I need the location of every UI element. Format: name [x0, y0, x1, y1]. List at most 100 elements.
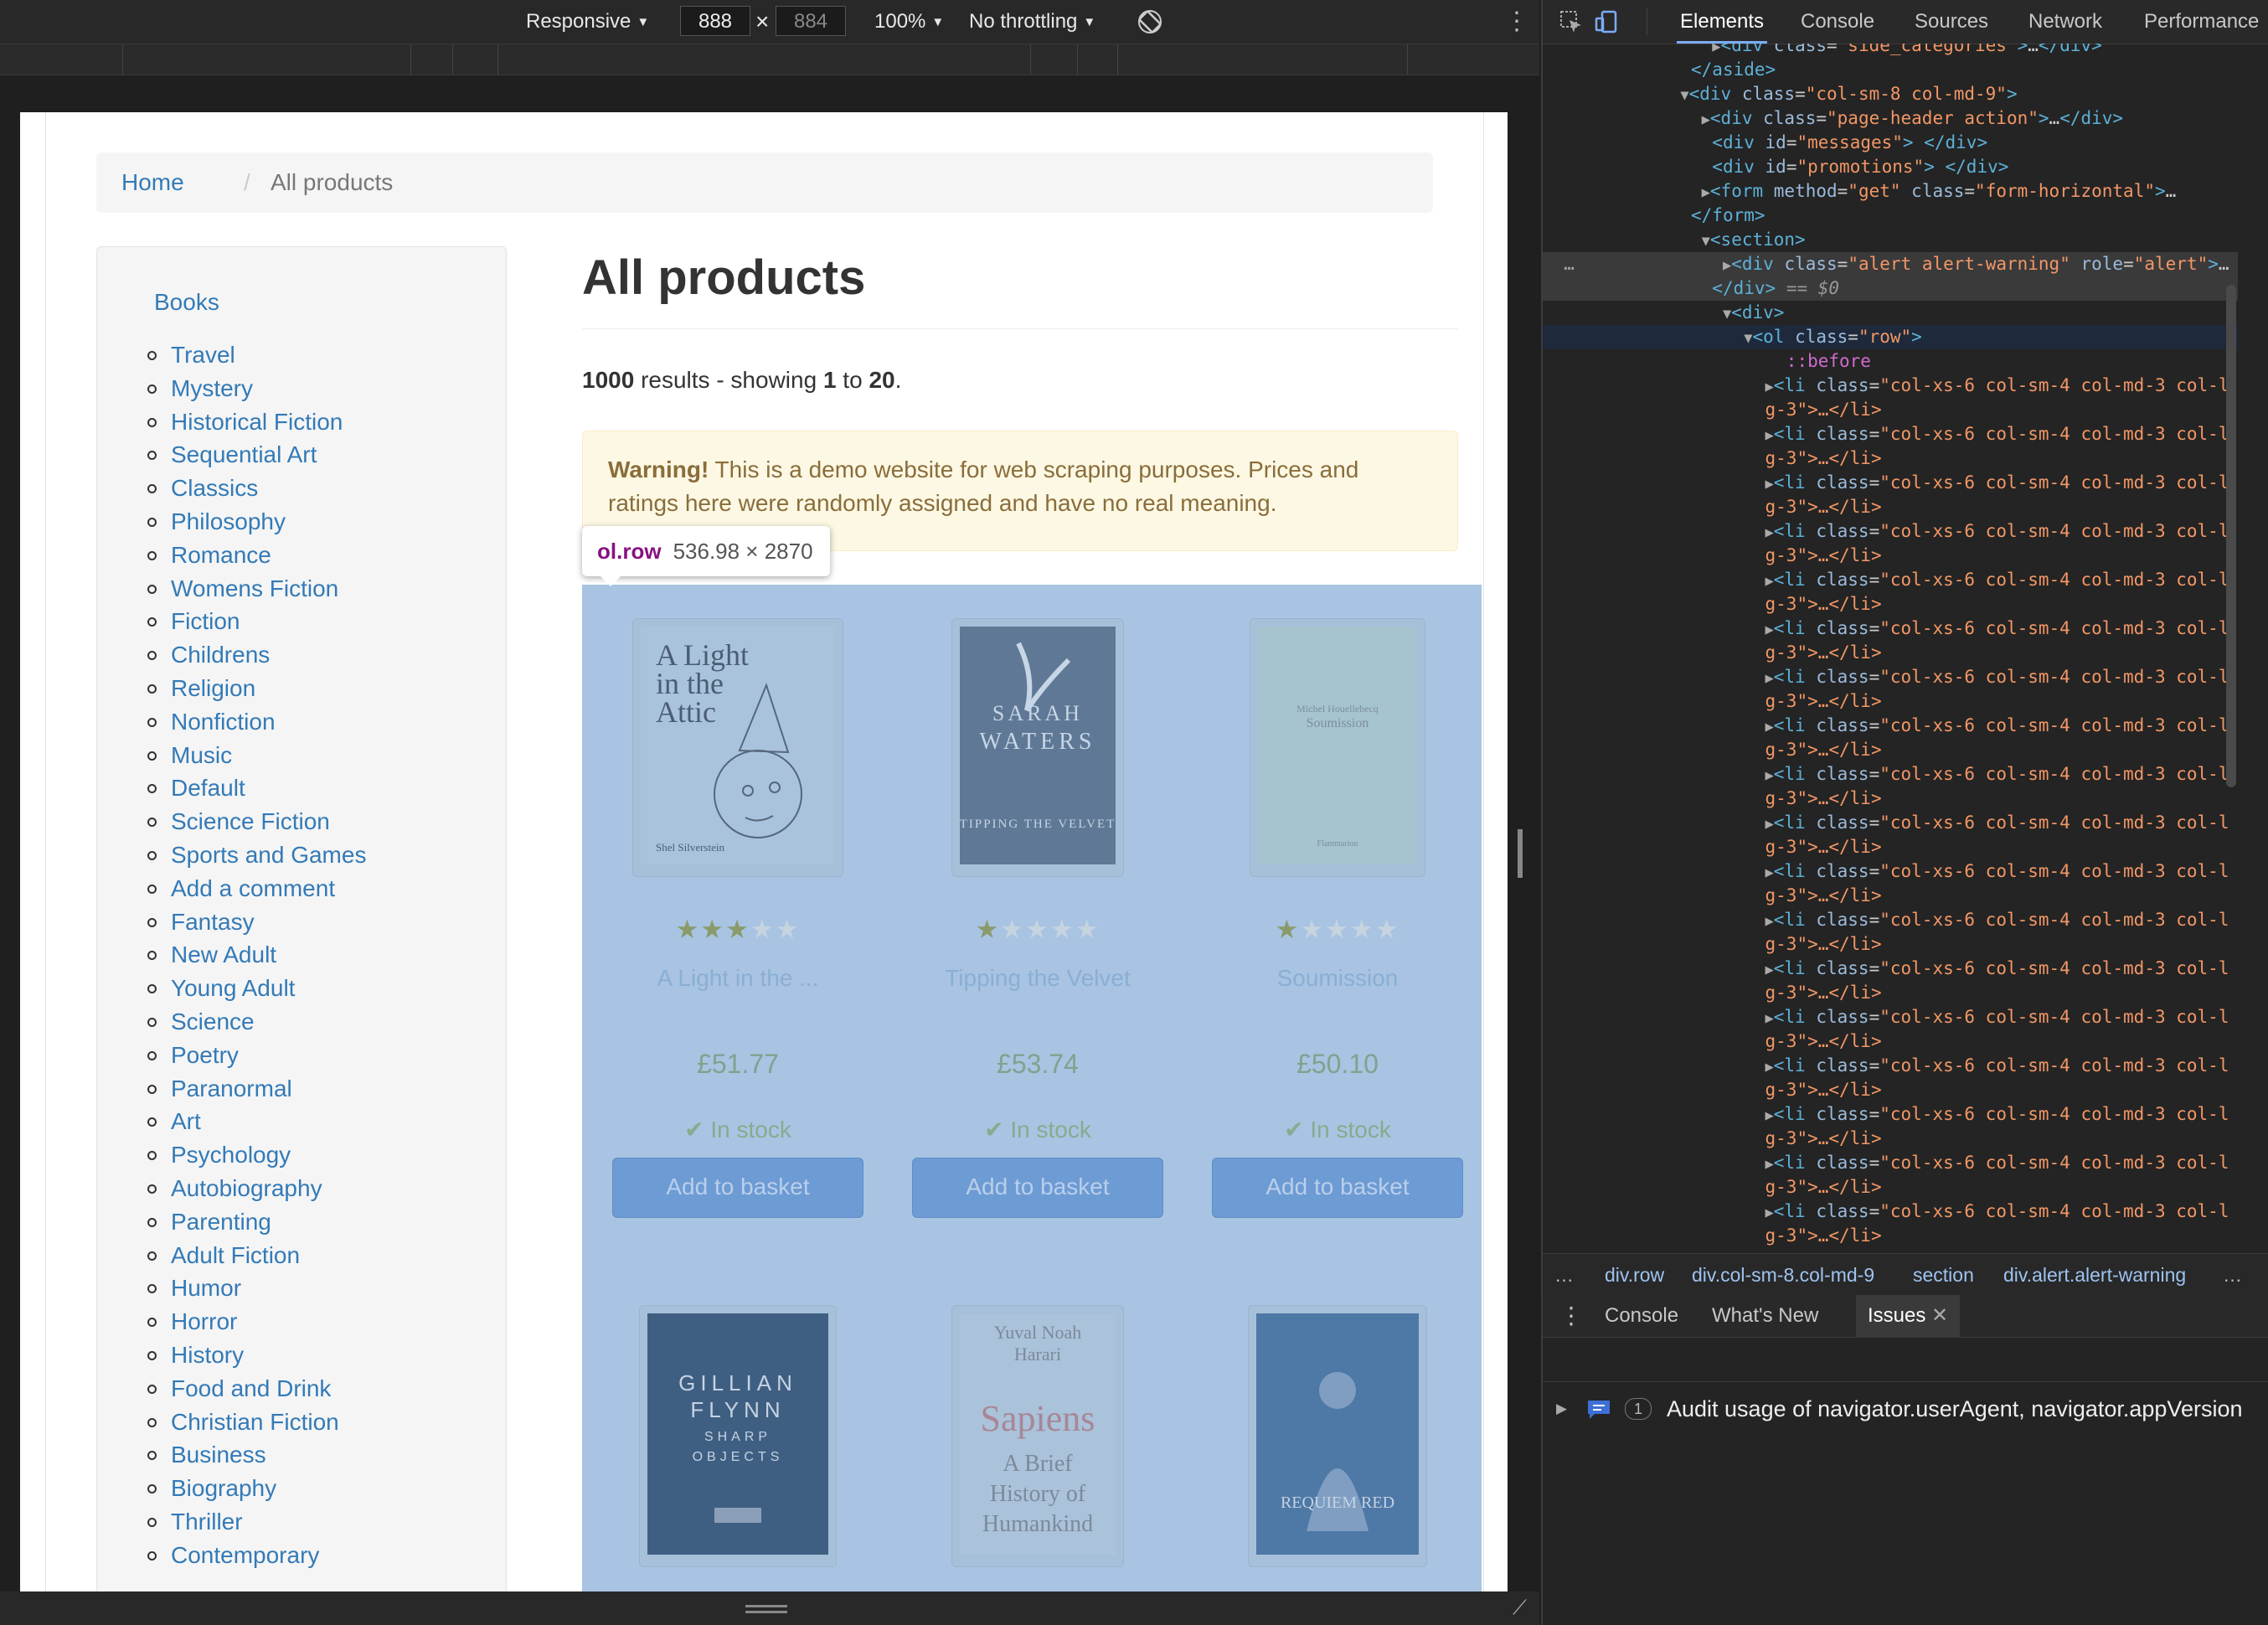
- crumb-col[interactable]: div.col-sm-8.col-md-9: [1692, 1254, 1874, 1296]
- dom-node[interactable]: ▶<div class="page-header action">…</div>: [1543, 106, 2238, 131]
- sidebar-category-link[interactable]: Paranormal: [147, 1075, 292, 1103]
- dom-node-li[interactable]: ▶<li class="col-xs-6 col-sm-4 col-md-3 c…: [1543, 714, 2238, 738]
- dom-node[interactable]: ::before: [1543, 349, 2238, 374]
- dom-node[interactable]: ▶<div class="side_categories">…</div>: [1543, 44, 2238, 58]
- sidebar-category-link[interactable]: Default: [147, 774, 245, 802]
- tab-performance[interactable]: Performance: [2144, 0, 2259, 44]
- dom-node[interactable]: </aside>: [1543, 58, 2238, 82]
- sidebar-category-link[interactable]: New Adult: [147, 941, 276, 969]
- dom-node-li-tail[interactable]: g-3">…</li>: [1543, 932, 2238, 957]
- dom-node-li[interactable]: ▶<li class="col-xs-6 col-sm-4 col-md-3 c…: [1543, 859, 2238, 884]
- breadcrumb-home-link[interactable]: Home: [121, 152, 184, 213]
- sidebar-category-link[interactable]: Science Fiction: [147, 807, 330, 836]
- dom-node-li-tail[interactable]: g-3">…</li>: [1543, 1029, 2238, 1054]
- dom-node-li[interactable]: ▶<li class="col-xs-6 col-sm-4 col-md-3 c…: [1543, 519, 2238, 544]
- width-input[interactable]: 888: [680, 6, 750, 36]
- dom-node-li[interactable]: ▶<li class="col-xs-6 col-sm-4 col-md-3 c…: [1543, 422, 2238, 446]
- dom-node-li-tail[interactable]: g-3">…</li>: [1543, 1175, 2238, 1199]
- dom-node-hovered[interactable]: ▼<ol class="row">: [1543, 325, 2238, 349]
- sidebar-category-link[interactable]: Humor: [147, 1274, 241, 1303]
- drawer-menu-icon[interactable]: ⋮: [1559, 1295, 1583, 1337]
- sidebar-category-link[interactable]: Parenting: [147, 1208, 271, 1236]
- sidebar-category-link[interactable]: Poetry: [147, 1041, 239, 1070]
- dom-node[interactable]: ▼<div class="col-sm-8 col-md-9">: [1543, 82, 2238, 106]
- sidebar-category-link[interactable]: Biography: [147, 1474, 276, 1503]
- product-title-link[interactable]: A Light in the ...: [612, 965, 863, 992]
- product-thumbnail[interactable]: REQUIEM RED: [1212, 1305, 1463, 1570]
- tab-elements[interactable]: Elements: [1676, 0, 1768, 44]
- drawer-tab-issues[interactable]: Issues ✕: [1856, 1295, 1961, 1337]
- product-thumbnail[interactable]: A Light in the Attic Shel Silverstein: [612, 618, 863, 883]
- sidebar-category-link[interactable]: Music: [147, 741, 232, 770]
- product-thumbnail[interactable]: Yuval Noah Harari Sapiens A Brief Histor…: [912, 1305, 1163, 1570]
- dom-node-li-tail[interactable]: g-3">…</li>: [1543, 689, 2238, 714]
- crumbs-overflow-icon[interactable]: …: [2223, 1254, 2242, 1296]
- throttling-select[interactable]: No throttling ▼: [969, 0, 1095, 44]
- product-thumbnail[interactable]: SARAH WATERS TIPPING THE VELVET: [912, 618, 1163, 883]
- dom-node-li-tail[interactable]: g-3">…</li>: [1543, 884, 2238, 908]
- device-select[interactable]: Responsive ▼: [526, 0, 649, 44]
- dom-node-li-tail[interactable]: g-3">…</li>: [1543, 446, 2238, 471]
- crumb-alert[interactable]: div.alert.alert-warning: [2003, 1254, 2186, 1296]
- tab-console[interactable]: Console: [1801, 0, 1874, 44]
- close-icon[interactable]: ✕: [1931, 1304, 1948, 1327]
- sidebar-category-link[interactable]: Horror: [147, 1308, 237, 1336]
- inspect-element-icon[interactable]: [1559, 10, 1583, 34]
- add-to-basket-button[interactable]: Add to basket: [1212, 1158, 1463, 1218]
- tab-network[interactable]: Network: [2028, 0, 2102, 44]
- dom-node-li[interactable]: ▶<li class="col-xs-6 col-sm-4 col-md-3 c…: [1543, 1102, 2238, 1127]
- dom-scrollbar[interactable]: [2223, 50, 2240, 787]
- sidebar-category-link[interactable]: Sequential Art: [147, 441, 317, 469]
- dom-node-li[interactable]: ▶<li class="col-xs-6 col-sm-4 col-md-3 c…: [1543, 568, 2238, 592]
- dom-node[interactable]: <div id="messages"> </div>: [1543, 131, 2238, 155]
- sidebar-books-link[interactable]: Books: [154, 289, 219, 316]
- dom-node-selected[interactable]: … ▶<div class="alert alert-warning" role…: [1543, 252, 2238, 276]
- sidebar-category-link[interactable]: Womens Fiction: [147, 575, 338, 603]
- dom-node[interactable]: ▼<div>: [1543, 301, 2238, 325]
- dom-node-li-tail[interactable]: g-3">…</li>: [1543, 495, 2238, 519]
- sidebar-category-link[interactable]: Business: [147, 1441, 266, 1469]
- dom-node-li-tail[interactable]: g-3">…</li>: [1543, 544, 2238, 568]
- sidebar-category-link[interactable]: Historical Fiction: [147, 408, 343, 436]
- crumb-section[interactable]: section: [1913, 1254, 1974, 1296]
- height-input[interactable]: 884: [776, 6, 846, 36]
- dom-node-li-tail[interactable]: g-3">…</li>: [1543, 398, 2238, 422]
- drawer-tab-console[interactable]: Console: [1605, 1295, 1678, 1337]
- sidebar-category-link[interactable]: Religion: [147, 674, 255, 703]
- sidebar-category-link[interactable]: Autobiography: [147, 1174, 322, 1203]
- dom-node-li[interactable]: ▶<li class="col-xs-6 col-sm-4 col-md-3 c…: [1543, 957, 2238, 981]
- sidebar-category-link[interactable]: Food and Drink: [147, 1375, 331, 1403]
- dom-node-li[interactable]: ▶<li class="col-xs-6 col-sm-4 col-md-3 c…: [1543, 374, 2238, 398]
- bottom-resize-grip-icon[interactable]: [745, 1605, 787, 1607]
- sidebar-category-link[interactable]: Thriller: [147, 1508, 243, 1536]
- dom-node-li-tail[interactable]: g-3">…</li>: [1543, 641, 2238, 665]
- dom-node-li-tail[interactable]: g-3">…</li>: [1543, 835, 2238, 859]
- dom-node-li-tail[interactable]: g-3">…</li>: [1543, 981, 2238, 1005]
- dom-node-li[interactable]: ▶<li class="col-xs-6 col-sm-4 col-md-3 c…: [1543, 1054, 2238, 1078]
- expand-icon[interactable]: ▶: [1556, 1387, 1567, 1431]
- dom-node-li[interactable]: ▶<li class="col-xs-6 col-sm-4 col-md-3 c…: [1543, 811, 2238, 835]
- sidebar-category-link[interactable]: Nonfiction: [147, 708, 276, 736]
- crumb-div-row[interactable]: div.row: [1605, 1254, 1664, 1296]
- dom-node-li-tail[interactable]: g-3">…</li>: [1543, 1127, 2238, 1151]
- sidebar-category-link[interactable]: Fiction: [147, 607, 240, 636]
- dom-node-li[interactable]: ▶<li class="col-xs-6 col-sm-4 col-md-3 c…: [1543, 1199, 2238, 1224]
- dom-node[interactable]: ▶<form method="get" class="form-horizont…: [1543, 179, 2238, 204]
- dom-node-li-tail[interactable]: g-3">…</li>: [1543, 787, 2238, 811]
- sidebar-category-link[interactable]: Childrens: [147, 641, 270, 669]
- dom-node-li-tail[interactable]: g-3">…</li>: [1543, 592, 2238, 616]
- product-title-link[interactable]: Soumission: [1212, 965, 1463, 992]
- sidebar-category-link[interactable]: Fantasy: [147, 908, 255, 936]
- dom-node-li[interactable]: ▶<li class="col-xs-6 col-sm-4 col-md-3 c…: [1543, 665, 2238, 689]
- dom-node-li[interactable]: ▶<li class="col-xs-6 col-sm-4 col-md-3 c…: [1543, 616, 2238, 641]
- sidebar-category-link[interactable]: Art: [147, 1107, 201, 1136]
- add-to-basket-button[interactable]: Add to basket: [912, 1158, 1163, 1218]
- drawer-tab-whats-new[interactable]: What's New: [1712, 1295, 1818, 1337]
- corner-resize-icon[interactable]: ⟋: [1513, 1597, 1527, 1620]
- sidebar-category-link[interactable]: Adult Fiction: [147, 1241, 300, 1270]
- rotate-icon[interactable]: [1137, 0, 1162, 44]
- crumbs-more-icon[interactable]: …: [1554, 1254, 1574, 1296]
- sidebar-category-link[interactable]: Mystery: [147, 374, 253, 403]
- sidebar-category-link[interactable]: Young Adult: [147, 974, 295, 1003]
- device-toolbar-icon[interactable]: [1595, 10, 1618, 34]
